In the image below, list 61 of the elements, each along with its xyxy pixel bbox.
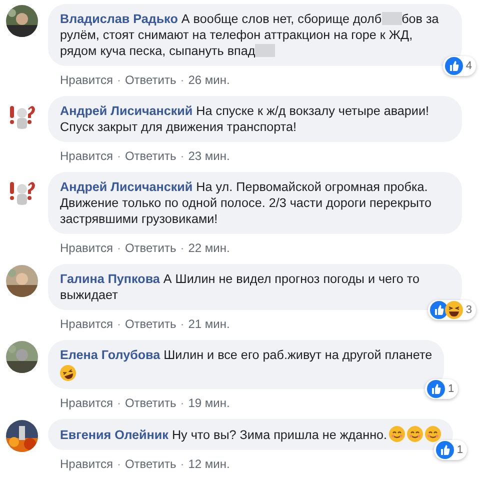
separator: · — [116, 316, 121, 332]
separator: · — [180, 456, 184, 472]
comment-text: Андрей Лисичанский На ул. Первомайской огромная пробка. Движение только по одной полосе. 2/3 части дороги перекрыто застрявшими грузовиками! — [60, 179, 433, 227]
separator: · — [180, 148, 184, 164]
timestamp: 21 мин. — [188, 316, 230, 332]
laughing-face-icon — [60, 365, 76, 381]
like-link[interactable]: Нравится — [60, 240, 113, 256]
separator: · — [116, 148, 121, 164]
comment-text: Владислав Радько А вообще слов нет, сборище долб бов за рулём, стоят снимают на телефон аттракцион на горе к ЖД, рядом куча песка, сыпануть впад — [60, 11, 440, 59]
like-link[interactable]: Нравится — [60, 316, 113, 332]
reaction-count[interactable]: 1 — [434, 440, 468, 460]
timestamp: 12 мин. — [188, 456, 230, 472]
timestamp: 22 мин. — [188, 240, 230, 256]
reaction-count[interactable]: 3 — [428, 300, 476, 320]
comment-text: Галина Пупкова А Шилин не видел прогноз погоды и чего то выжидает — [60, 271, 421, 303]
timestamp: 19 мин. — [188, 395, 230, 411]
laughing-face-icon — [444, 301, 463, 319]
author-link[interactable]: Елена Голубова — [60, 348, 160, 362]
separator: · — [116, 395, 121, 411]
smiley-icon — [425, 426, 442, 442]
thumbs-up-icon — [426, 380, 445, 398]
reaction-count[interactable]: 1 — [424, 379, 458, 399]
like-link[interactable]: Нравится — [60, 395, 113, 411]
timestamp: 23 мин. — [188, 148, 230, 164]
reply-link[interactable]: Ответить — [124, 456, 176, 472]
separator: · — [180, 316, 184, 332]
separator: · — [116, 72, 121, 88]
timestamp: 26 мин. — [188, 72, 230, 88]
separator: · — [180, 72, 184, 88]
separator: · — [116, 240, 121, 256]
reaction-number: 1 — [456, 444, 464, 456]
reaction-number: 4 — [466, 60, 472, 72]
reaction-number: 3 — [466, 304, 472, 316]
separator: · — [116, 456, 121, 472]
reply-link[interactable]: Ответить — [124, 240, 176, 256]
author-link[interactable]: Владислав Радько — [60, 12, 178, 26]
author-link[interactable]: Галина Пупкова — [60, 272, 160, 286]
thumbs-up-icon — [436, 441, 454, 459]
reply-link[interactable]: Ответить — [124, 395, 176, 411]
reaction-count[interactable]: 4 — [442, 56, 476, 76]
reply-link[interactable]: Ответить — [124, 148, 176, 164]
like-link[interactable]: Нравится — [60, 72, 113, 88]
comment-text: Евгения Олейник Ну что вы? Зима пришла не жданно. — [60, 426, 442, 443]
comment-text: Андрей Лисичанский На спуске к ж/д вокзалу четыре аварии! Спуск закрыт для движения транспорта! — [60, 103, 430, 135]
smiley-icon — [407, 426, 424, 442]
smiley-icon — [389, 426, 406, 442]
like-link[interactable]: Нравится — [60, 148, 113, 164]
thumbs-up-icon — [430, 301, 448, 319]
author-link[interactable]: Андрей Лисичанский — [60, 180, 193, 194]
comment-text: Елена Голубова Шилин и все его раб.живут на другой планете — [60, 347, 432, 382]
like-link[interactable]: Нравится — [60, 456, 113, 472]
separator: · — [180, 395, 184, 411]
reaction-number: 1 — [448, 383, 454, 395]
reply-link[interactable]: Ответить — [124, 72, 176, 88]
separator: · — [180, 240, 184, 256]
blurred-patch — [255, 44, 276, 57]
reply-link[interactable]: Ответить — [124, 316, 176, 332]
author-link[interactable]: Евгения Олейник — [60, 428, 168, 442]
blurred-patch — [382, 12, 402, 25]
thumbs-up-icon — [444, 57, 463, 75]
author-link[interactable]: Андрей Лисичанский — [60, 104, 193, 118]
